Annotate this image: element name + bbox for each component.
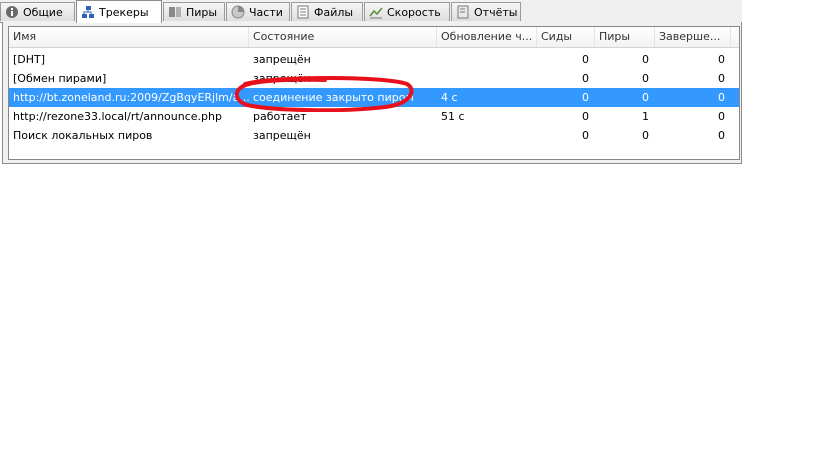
tab-trackers[interactable]: Трекеры [76, 0, 162, 23]
tab-bar: Общие Трекеры Пиры Части Файлы Скорость [0, 0, 742, 23]
trackers-panel: Имя Состояние Обновление ч... Сиды Пиры … [2, 22, 742, 164]
column-header-name[interactable]: Имя [9, 27, 249, 47]
tab-label: Отчёты [474, 5, 518, 19]
tracker-status: соединение закрыто пиром [253, 91, 414, 104]
tab-peers[interactable]: Пиры [163, 2, 225, 21]
column-header-completed[interactable]: Заверше... [655, 27, 731, 47]
tracker-peers: 0 [642, 129, 649, 142]
tracker-peers: 0 [642, 91, 649, 104]
table-row[interactable]: [Обмен пирами] запрещён 0 0 0 [9, 69, 739, 88]
tab-speed[interactable]: Скорость [364, 2, 450, 21]
tab-label: Трекеры [99, 5, 149, 19]
tracker-update [437, 126, 537, 145]
table-row[interactable]: [DHT] запрещён 0 0 0 [9, 50, 739, 69]
network-icon [81, 5, 95, 19]
tracker-completed: 0 [718, 129, 725, 142]
tracker-completed: 0 [718, 53, 725, 66]
tracker-seeds: 0 [582, 110, 589, 123]
table-row[interactable]: http://rezone33.local/rt/announce.php ра… [9, 107, 739, 126]
log-icon [456, 5, 470, 19]
tracker-status: работает [253, 110, 307, 123]
tracker-completed: 0 [718, 91, 725, 104]
tracker-peers: 1 [642, 110, 649, 123]
column-header-peers[interactable]: Пиры [595, 27, 655, 47]
list-header: Имя Состояние Обновление ч... Сиды Пиры … [9, 27, 739, 48]
column-header-status[interactable]: Состояние [249, 27, 437, 47]
tracker-seeds: 0 [582, 72, 589, 85]
tracker-name: [DHT] [13, 53, 46, 66]
tracker-status: запрещён [253, 129, 311, 142]
tab-label: Части [249, 5, 283, 19]
tab-label: Общие [23, 5, 63, 19]
tracker-seeds: 0 [582, 53, 589, 66]
tracker-status: запрещён [253, 72, 311, 85]
tab-label: Файлы [314, 5, 354, 19]
tracker-name: Поиск локальных пиров [13, 129, 153, 142]
column-header-update[interactable]: Обновление ч... [437, 27, 537, 47]
files-icon [296, 5, 310, 19]
tab-log[interactable]: Отчёты [451, 2, 521, 21]
tab-label: Пиры [186, 5, 218, 19]
tracker-name: [Обмен пирами] [13, 72, 107, 85]
tracker-update: 51 с [441, 110, 465, 123]
tracker-completed: 0 [718, 72, 725, 85]
speed-chart-icon [369, 5, 383, 19]
tracker-update [437, 69, 537, 88]
info-icon [5, 5, 19, 19]
tracker-status: запрещён [253, 53, 311, 66]
tracker-name: http://bt.zoneland.ru:2009/ZgBqyERjlm/a.… [13, 91, 249, 104]
tracker-update: 4 с [441, 91, 458, 104]
peers-icon [168, 5, 182, 19]
pieces-icon [231, 5, 245, 19]
tracker-update [437, 50, 537, 69]
column-header-seeds[interactable]: Сиды [537, 27, 595, 47]
tracker-peers: 0 [642, 53, 649, 66]
trackers-list[interactable]: Имя Состояние Обновление ч... Сиды Пиры … [8, 26, 740, 160]
tracker-completed: 0 [718, 110, 725, 123]
tracker-seeds: 0 [582, 129, 589, 142]
table-row[interactable]: Поиск локальных пиров запрещён 0 0 0 [9, 126, 739, 145]
table-row-selected[interactable]: http://bt.zoneland.ru:2009/ZgBqyERjlm/a.… [9, 88, 739, 107]
tab-pieces[interactable]: Части [226, 2, 290, 21]
tracker-name: http://rezone33.local/rt/announce.php [13, 110, 222, 123]
tab-label: Скорость [387, 5, 441, 19]
tab-general[interactable]: Общие [0, 2, 75, 21]
tracker-seeds: 0 [582, 91, 589, 104]
tab-files[interactable]: Файлы [291, 2, 363, 21]
tracker-peers: 0 [642, 72, 649, 85]
